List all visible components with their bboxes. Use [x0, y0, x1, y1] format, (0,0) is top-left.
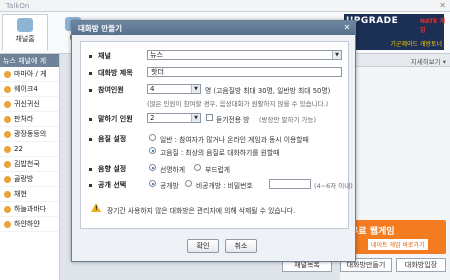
- sound-label: 음향 설정: [98, 165, 127, 173]
- voice-normal-label: 일반 : 참여자가 많거나 온라인 게임과 동시 이용할때: [160, 136, 309, 144]
- sound-soft-radio[interactable]: [194, 164, 201, 171]
- tab-label: 채널홈: [15, 35, 35, 43]
- capacity-unit: 명 (고음질방 최대 30명, 일반방 최대 50명): [205, 87, 331, 95]
- capacity-label: 참여인원: [98, 86, 124, 94]
- bullet: [89, 184, 92, 187]
- bullet: [89, 72, 92, 75]
- list-item[interactable]: 하얀하얀: [0, 217, 59, 232]
- sound-clear-label: 선명하게: [160, 166, 186, 174]
- close-icon[interactable]: ✕: [342, 23, 352, 33]
- dialog-titlebar[interactable]: 대화방 만들기 ✕: [72, 21, 355, 35]
- room-title-input[interactable]: 핫더: [147, 67, 342, 77]
- channel-label: 채널: [98, 52, 111, 60]
- listen-only-note: (방장만 말하기 가능): [259, 116, 317, 124]
- password-hint: (4~6자 이내): [314, 182, 353, 190]
- speaking-select[interactable]: 2 ▼: [147, 113, 201, 123]
- user-icon: [4, 160, 11, 168]
- user-icon: [4, 190, 11, 198]
- home-icon: [17, 18, 33, 32]
- voice-label: 음질 설정: [98, 135, 127, 143]
- bullet: [89, 89, 92, 92]
- list-item[interactable]: 22: [0, 142, 59, 157]
- sound-clear-radio[interactable]: [149, 164, 156, 171]
- chevron-down-icon: ▼: [332, 51, 341, 59]
- visibility-label: 공개 선택: [98, 181, 127, 189]
- public-room-radio[interactable]: [149, 180, 156, 187]
- user-icon: [4, 175, 11, 183]
- warning-text: 장기간 사용하지 않은 대화방은 관리자에 의해 삭제될 수 있습니다.: [107, 207, 296, 215]
- capacity-select[interactable]: 4 ▼: [147, 84, 201, 94]
- user-icon: [4, 145, 11, 153]
- webgame-banner[interactable]: 무료 웹게임 네이트 게임 바로가기: [346, 220, 446, 254]
- sound-soft-label: 부드럽게: [205, 166, 231, 174]
- user-icon: [4, 130, 11, 138]
- list-item[interactable]: 귀신귀신: [0, 97, 59, 112]
- app-titlebar: TalkOn ✕: [0, 0, 450, 12]
- chevron-down-icon: ▼: [191, 114, 200, 122]
- chevron-down-icon: ▼: [191, 85, 200, 93]
- channel-user-list: 뉴스 채널에 게 마마아 / 게 웨이크4 귀신귀신 판처라 광장동등의 22 …: [0, 54, 60, 280]
- tab-channel-home[interactable]: 채널홈: [2, 14, 48, 50]
- voice-high-radio[interactable]: [149, 147, 156, 154]
- list-item[interactable]: 골랑방: [0, 172, 59, 187]
- banner-sub: 네이트 게임 바로가기: [368, 239, 428, 250]
- room-title-label: 대화방 제목: [98, 69, 133, 77]
- user-icon: [4, 205, 11, 213]
- warning-icon: !: [91, 203, 101, 212]
- confirm-button[interactable]: 확인: [187, 239, 219, 253]
- private-room-label: 비공개방 : 비밀번호: [196, 182, 253, 190]
- private-room-radio[interactable]: [185, 180, 192, 187]
- app-close-icon[interactable]: ✕: [439, 1, 446, 10]
- list-item[interactable]: 채현: [0, 187, 59, 202]
- list-item[interactable]: 마마아 / 게: [0, 67, 59, 82]
- list-item[interactable]: 광장동등의: [0, 127, 59, 142]
- banner-sub: 기군제이드 개방토너: [390, 41, 442, 48]
- user-icon: [4, 100, 11, 108]
- voice-normal-radio[interactable]: [149, 134, 156, 141]
- user-icon: [4, 70, 11, 78]
- user-icon: [4, 85, 11, 93]
- banner-main: 무료 웹게임: [350, 227, 395, 237]
- bullet: [89, 118, 92, 121]
- cancel-button[interactable]: 취소: [225, 239, 257, 253]
- dialog-title: 대화방 만들기: [78, 24, 123, 33]
- app-title: TalkOn: [6, 2, 30, 10]
- dialog-form: 채널 뉴스 ▼ 대화방 제목 핫더 참여인원 4 ▼ 명 (고음질방 최대 30…: [80, 41, 353, 229]
- nate-game-link[interactable]: NATE 게임: [420, 16, 450, 34]
- password-input[interactable]: [269, 179, 311, 189]
- list-item[interactable]: 김밥천국: [0, 157, 59, 172]
- listen-only-label: 듣기전용 방: [216, 116, 250, 124]
- capacity-note: (많은 인원이 참여할 경우, 음성대화가 원활하지 않을 수 있습니다.): [147, 100, 329, 108]
- channel-select[interactable]: 뉴스 ▼: [147, 50, 342, 60]
- create-room-dialog: 대화방 만들기 ✕ 채널 뉴스 ▼ 대화방 제목 핫더 참여인원 4 ▼ 명 (…: [71, 20, 356, 262]
- user-icon: [4, 220, 11, 228]
- public-room-label: 공개방: [160, 182, 179, 190]
- list-item[interactable]: 웨이크4: [0, 82, 59, 97]
- bullet: [89, 138, 92, 141]
- details-link[interactable]: 지세히보기 ▾: [340, 54, 450, 67]
- bullet: [89, 55, 92, 58]
- listen-only-checkbox[interactable]: [206, 114, 213, 121]
- bullet: [89, 168, 92, 171]
- list-item[interactable]: 하늘과바다: [0, 202, 59, 217]
- speaking-label: 말하기 인원: [98, 115, 133, 123]
- list-header: 뉴스 채널에 게: [0, 54, 59, 67]
- voice-high-label: 고음질 : 최상의 음질로 대화하기를 원할때: [160, 149, 280, 157]
- user-icon: [4, 115, 11, 123]
- enter-room-button[interactable]: 대화방입장: [396, 258, 446, 272]
- list-item[interactable]: 판처라: [0, 112, 59, 127]
